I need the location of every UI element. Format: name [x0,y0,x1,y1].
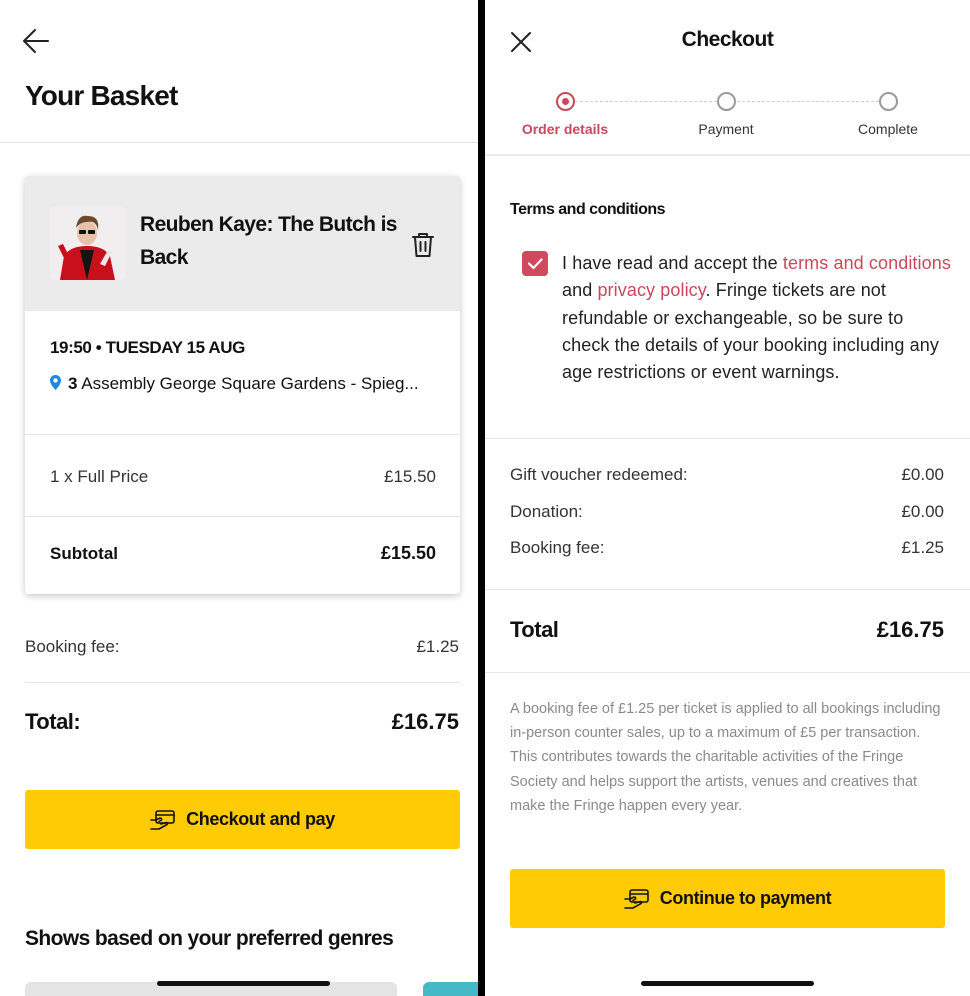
step-complete-label: Complete [858,121,918,137]
booking-fee-label: Booking fee: [510,538,605,557]
step-payment-label: Payment [698,121,754,137]
terms-text-part: I have read and accept the [562,253,783,273]
step-connector [737,101,879,102]
ticket-type: 1 x Full Price [50,467,149,486]
header-divider [485,154,970,156]
section-divider [485,672,970,673]
subtotal-value: £15.50 [380,543,436,563]
checkout-screen: Checkout Order details Payment Complete … [485,0,970,996]
gift-voucher-row: Gift voucher redeemed: £0.00 [510,465,944,485]
header-divider [0,142,478,143]
page-title: Your Basket [25,80,178,111]
venue-number: 3 [68,374,78,393]
privacy-policy-link[interactable]: privacy policy [597,280,705,300]
booking-fee-label: Booking fee: [25,637,120,656]
gift-voucher-label: Gift voucher redeemed: [510,465,688,484]
continue-to-payment-button[interactable]: Continue to payment [510,869,945,928]
step-payment-dot [717,92,736,111]
card-hand-icon [623,888,649,909]
trash-icon[interactable] [410,231,436,259]
total-label: Total: [25,709,81,734]
home-indicator[interactable] [641,981,814,986]
step-complete-dot [879,92,898,111]
card-hand-icon [150,809,175,830]
show-thumbnail[interactable] [50,206,125,280]
donation-value: £0.00 [901,502,944,521]
section-divider [485,589,970,590]
performance-datetime: 19:50 • TUESDAY 15 AUG [50,338,245,357]
back-arrow-icon[interactable] [22,28,50,54]
step-order-details-label: Order details [521,121,609,137]
step-connector [575,101,717,102]
total-value: £16.75 [391,709,459,734]
total-label: Total [510,617,559,642]
basket-item-card: Reuben Kaye: The Butch is Back 19:50 • T… [25,176,460,594]
map-pin-icon [50,375,62,395]
genres-heading: Shows based on your preferred genres [25,927,394,950]
terms-link[interactable]: terms and conditions [783,253,951,273]
checkout-stepper: Order details Payment Complete [485,90,970,150]
show-title[interactable]: Reuben Kaye: The Butch is Back [140,208,410,274]
ticket-price: £15.50 [384,467,436,486]
venue-row[interactable]: 3 Assembly George Square Gardens - Spieg… [50,374,440,395]
subtotal-label: Subtotal [50,544,118,563]
card-divider [25,434,460,435]
terms-text-part: and [562,280,598,301]
terms-text: I have read and accept the terms and con… [562,250,952,386]
venue-name: Assembly George Square Gardens - Spieg..… [81,374,419,393]
checkout-and-pay-button[interactable]: Checkout and pay [25,790,460,849]
card-divider [25,516,460,517]
donation-row: Donation: £0.00 [510,502,944,522]
total-divider [25,682,460,683]
booking-fee-note: A booking fee of £1.25 per ticket is app… [510,701,941,814]
basket-screen: Your Basket Reuben Kaye: The Butch is Ba… [0,0,478,996]
donation-label: Donation: [510,502,583,521]
home-indicator[interactable] [157,981,330,986]
step-order-details-dot [556,92,575,111]
booking-fee-value: £1.25 [901,538,944,557]
basket-item-header: Reuben Kaye: The Butch is Back [25,176,460,311]
booking-fee-value: £1.25 [416,637,459,656]
booking-fee-row: Booking fee: £1.25 [510,538,944,558]
checkbox-check-icon [527,258,543,270]
checkout-button-label: Checkout and pay [186,809,335,829]
continue-button-label: Continue to payment [659,888,832,908]
section-divider [485,438,970,439]
terms-checkbox[interactable] [522,251,548,276]
terms-heading: Terms and conditions [510,201,666,218]
genre-show-card[interactable] [423,982,478,996]
total-value: £16.75 [876,617,944,642]
page-title: Checkout [681,28,774,51]
gift-voucher-value: £0.00 [901,465,944,484]
